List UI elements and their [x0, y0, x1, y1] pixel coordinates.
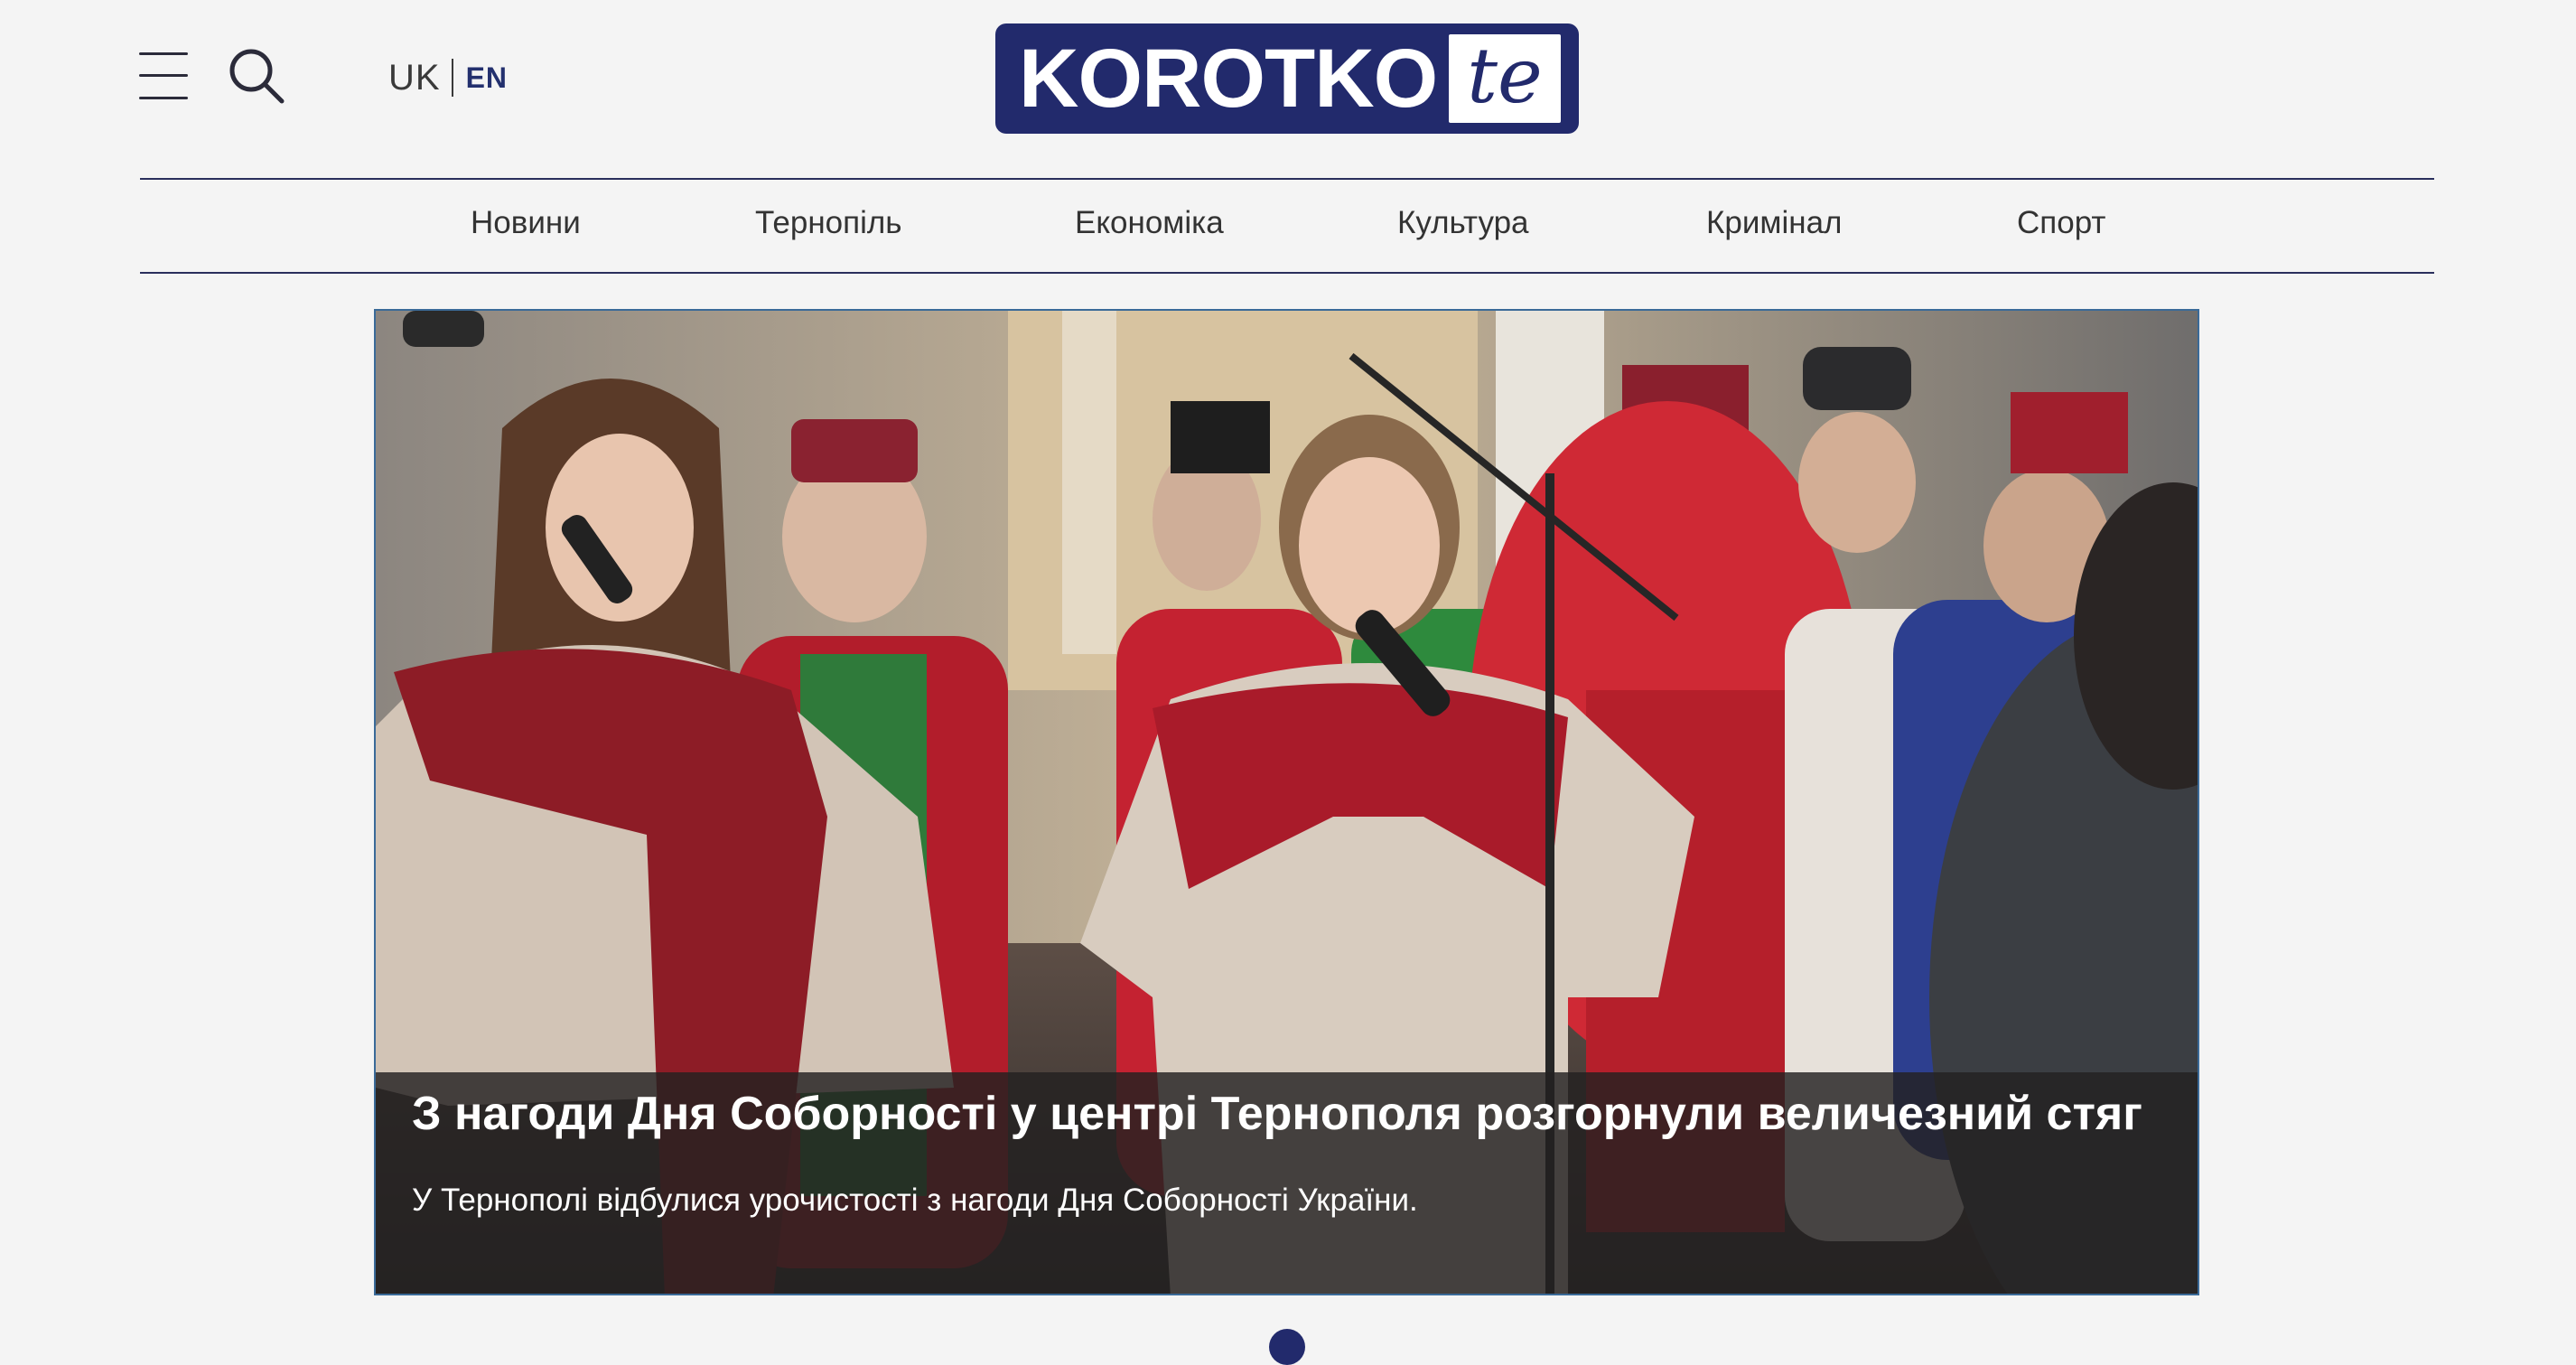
menu-icon[interactable] [139, 51, 188, 101]
site-logo[interactable]: KOROTKO te [995, 23, 1579, 134]
nav-item-culture[interactable]: Культура [1397, 205, 1529, 241]
menu-icon-line [139, 97, 188, 99]
lang-divider [451, 59, 453, 97]
lang-uk-link[interactable]: UK [388, 58, 441, 98]
logo-wordmark: KOROTKO [1019, 33, 1438, 125]
language-switcher: UK EN [388, 58, 508, 98]
featured-article-caption: З нагоди Дня Соборності у центрі Тернопо… [376, 1072, 2198, 1294]
menu-icon-line [139, 74, 188, 77]
nav-item-sport[interactable]: Спорт [2017, 205, 2105, 241]
search-icon[interactable] [228, 47, 287, 107]
menu-icon-line [139, 52, 188, 55]
featured-article-description: У Тернополі відбулися урочистості з наго… [412, 1183, 1418, 1218]
main-navigation: Новини Тернопіль Економіка Культура Крим… [140, 178, 2434, 274]
featured-article-title[interactable]: З нагоди Дня Соборності у центрі Тернопо… [412, 1087, 2142, 1141]
lang-en-link[interactable]: EN [466, 61, 508, 95]
featured-article[interactable]: З нагоди Дня Соборності у центрі Тернопо… [374, 309, 2199, 1295]
carousel-dot-active[interactable] [1269, 1329, 1305, 1365]
nav-item-crime[interactable]: Кримінал [1706, 205, 1842, 241]
nav-item-economy[interactable]: Економіка [1075, 205, 1224, 241]
nav-item-ternopil[interactable]: Тернопіль [755, 205, 902, 241]
nav-item-news[interactable]: Новини [471, 205, 581, 241]
site-header: UK EN KOROTKO te [0, 0, 2576, 177]
logo-badge: te [1449, 34, 1561, 123]
logo-badge-text: te [1467, 32, 1543, 120]
